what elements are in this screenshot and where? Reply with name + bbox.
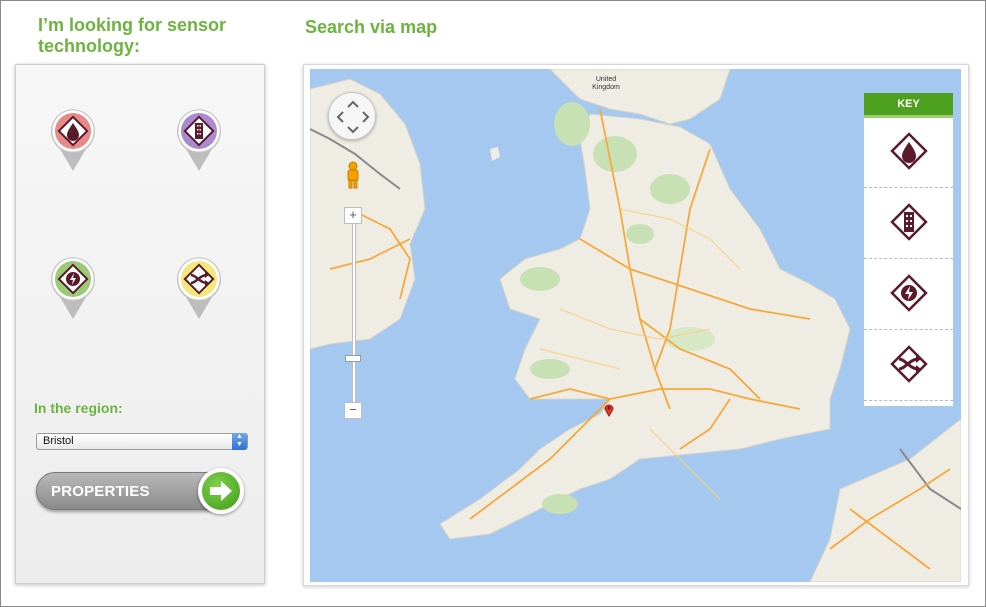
transport-icon: [890, 345, 928, 383]
map-heading: Search via map: [305, 17, 438, 37]
zoom-out-button[interactable]: −: [344, 402, 362, 419]
energy-icon: [51, 257, 95, 319]
pin-transport[interactable]: [174, 255, 224, 321]
location-marker-icon[interactable]: [604, 403, 614, 417]
map-key-title: KEY: [864, 93, 953, 118]
pin-energy[interactable]: [48, 255, 98, 321]
water-drop-icon: [51, 109, 95, 171]
properties-button-label: PROPERTIES: [51, 483, 150, 500]
map-key: KEY: [864, 93, 953, 406]
region-select[interactable]: Bristol ▲ ▼: [36, 433, 248, 450]
pegman-icon[interactable]: [345, 161, 361, 189]
pan-control[interactable]: [328, 92, 376, 140]
map-canvas[interactable]: United Kingdom + − KEY: [310, 69, 961, 582]
key-item-water[interactable]: [864, 118, 953, 188]
zoom-in-button[interactable]: +: [344, 207, 362, 224]
water-drop-icon: [890, 132, 928, 170]
sensor-panel: In the region: Bristol ▲ ▼ PROPERTIES: [15, 64, 265, 584]
energy-icon: [890, 274, 928, 312]
zoom-slider-thumb[interactable]: [345, 355, 361, 362]
key-item-energy[interactable]: [864, 260, 953, 330]
pin-water[interactable]: [48, 107, 98, 173]
pan-arrows-icon: [336, 100, 370, 134]
pin-building[interactable]: [174, 107, 224, 173]
building-icon: [890, 203, 928, 241]
zoom-slider-track[interactable]: [352, 219, 356, 407]
transport-icon: [177, 257, 221, 319]
go-arrow-button[interactable]: [198, 468, 244, 514]
region-label: In the region:: [34, 400, 123, 416]
key-item-transport[interactable]: [864, 331, 953, 401]
select-arrows-icon: ▲ ▼: [232, 433, 247, 450]
map-label-uk: United Kingdom: [592, 76, 620, 91]
region-select-value: Bristol: [43, 435, 74, 447]
building-icon: [177, 109, 221, 171]
sensor-heading: I’m looking for sensor technology:: [38, 15, 227, 56]
arrow-right-icon: [210, 481, 232, 501]
properties-button[interactable]: PROPERTIES: [36, 468, 246, 514]
key-item-building[interactable]: [864, 189, 953, 259]
map-container: United Kingdom + − KEY: [303, 64, 969, 586]
